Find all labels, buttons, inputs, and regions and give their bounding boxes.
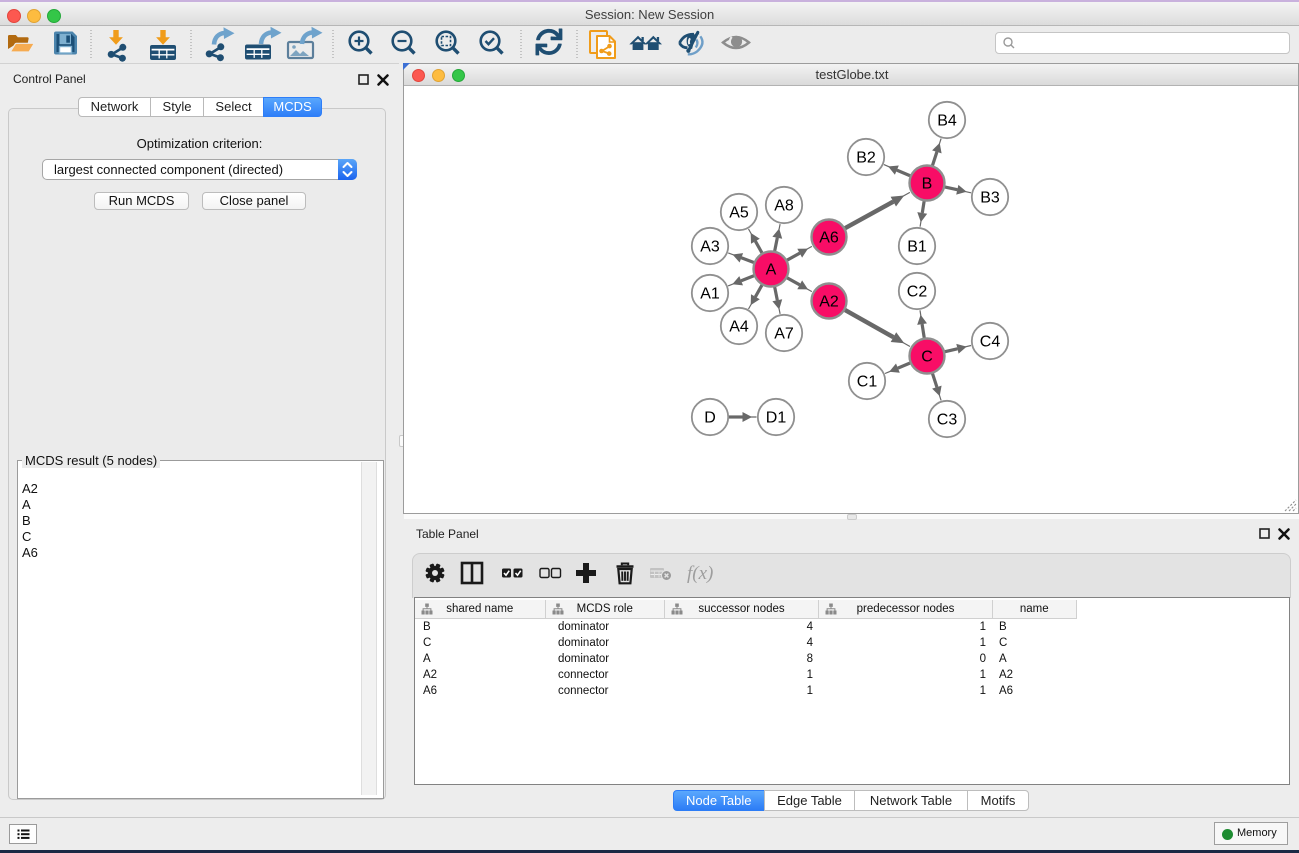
svg-text:B2: B2 [856,150,876,167]
svg-text:A5: A5 [729,205,749,222]
svg-text:A4: A4 [729,319,749,336]
svg-text:A8: A8 [774,198,794,215]
svg-text:A2: A2 [819,294,839,311]
svg-text:D: D [704,410,716,427]
svg-text:C1: C1 [857,374,878,391]
svg-text:B: B [922,176,933,193]
svg-text:A7: A7 [774,326,794,343]
svg-text:A3: A3 [700,239,720,256]
svg-text:f(x): f(x) [687,563,713,584]
svg-text:C: C [921,349,933,366]
svg-text:D1: D1 [766,410,787,427]
svg-text:A: A [766,262,777,279]
svg-text:C2: C2 [907,284,928,301]
svg-text:B4: B4 [937,113,957,130]
svg-text:A1: A1 [700,286,720,303]
svg-text:B1: B1 [907,239,927,256]
svg-text:C4: C4 [980,334,1001,351]
svg-text:C3: C3 [937,412,958,429]
svg-text:B3: B3 [980,190,1000,207]
svg-text:A6: A6 [819,230,839,247]
